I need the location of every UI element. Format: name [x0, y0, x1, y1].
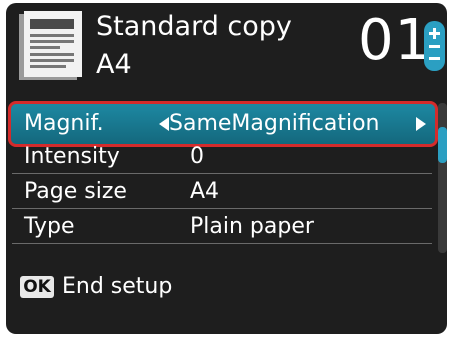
settings-list: Magnif. SameMagnification Intensity 0 Pa… [8, 101, 438, 244]
setting-value: 0 [190, 144, 204, 169]
setting-label: Magnif. [24, 111, 104, 136]
document-thumbnail-icon [19, 11, 82, 80]
setting-row-magnification[interactable]: Magnif. SameMagnification [8, 101, 438, 147]
copies-count: 01 [358, 8, 432, 73]
setting-row-intensity[interactable]: Intensity 0 [12, 144, 432, 174]
setting-row-type[interactable]: Type Plain paper [12, 209, 432, 244]
setting-value: SameMagnification [169, 111, 380, 136]
setting-label: Page size [24, 179, 127, 204]
scrollbar[interactable] [438, 103, 447, 253]
printer-lcd-screen: Standard copy A4 01 Magnif. SameMagnific… [6, 3, 447, 334]
setting-row-page-size[interactable]: Page size A4 [12, 174, 432, 209]
paper-size-label: A4 [96, 49, 132, 80]
setting-value: Plain paper [190, 214, 314, 239]
plus-minus-stepper-icon[interactable] [424, 21, 445, 71]
setting-label: Intensity [24, 144, 120, 169]
setting-label: Type [24, 214, 75, 239]
setting-value: A4 [190, 179, 220, 204]
arrow-right-icon[interactable] [414, 116, 428, 132]
copy-header: Standard copy A4 01 [6, 3, 447, 95]
ok-key-icon[interactable]: OK [20, 276, 54, 298]
copy-mode-title: Standard copy [96, 11, 292, 42]
scrollbar-thumb[interactable] [438, 127, 447, 163]
footer-text: End setup [62, 274, 173, 299]
